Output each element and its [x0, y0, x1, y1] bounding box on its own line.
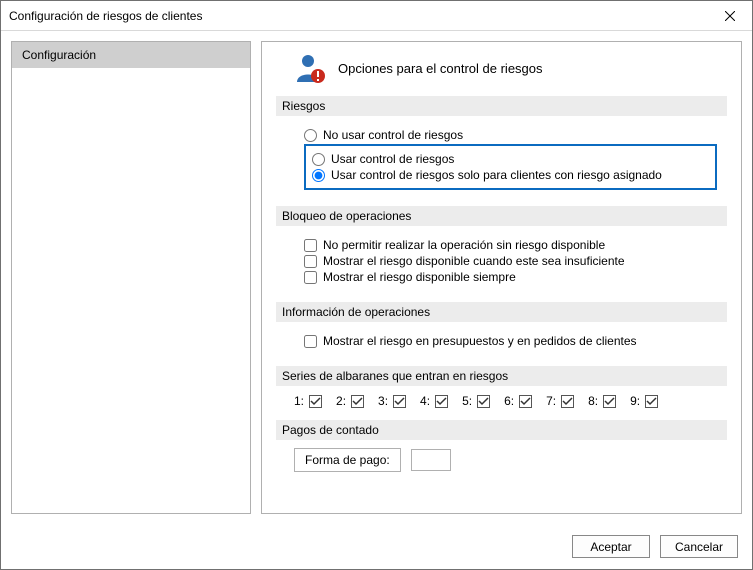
section-series-label: Series de albaranes que entran en riesgo… — [276, 366, 727, 386]
series-5[interactable]: 5: — [462, 394, 490, 408]
series-8[interactable]: 8: — [588, 394, 616, 408]
nav-panel: Configuración — [11, 41, 251, 514]
check-mostrar-insuf-input[interactable] — [304, 255, 317, 268]
forma-pago-label: Forma de pago: — [294, 448, 401, 472]
check-mostrar-insuf-label: Mostrar el riesgo disponible cuando este… — [323, 254, 625, 268]
radio-usar-solo-input[interactable] — [312, 169, 325, 182]
window-title: Configuración de riesgos de clientes — [9, 9, 202, 23]
radio-usar-solo-label: Usar control de riesgos solo para client… — [331, 168, 662, 182]
section-riesgos-label: Riesgos — [276, 96, 727, 116]
pagos-row: Forma de pago: — [276, 448, 727, 472]
check-mostrar-presup[interactable]: Mostrar el riesgo en presupuestos y en p… — [304, 334, 717, 348]
check-mostrar-presup-input[interactable] — [304, 335, 317, 348]
section-info-label: Información de operaciones — [276, 302, 727, 322]
checkbox-checked-icon[interactable] — [645, 395, 658, 408]
section-bloqueo-label: Bloqueo de operaciones — [276, 206, 727, 226]
titlebar: Configuración de riesgos de clientes — [1, 1, 752, 31]
checkbox-checked-icon[interactable] — [603, 395, 616, 408]
close-button[interactable] — [707, 1, 752, 31]
radio-no-usar-input[interactable] — [304, 129, 317, 142]
content-panel: Opciones para el control de riesgos Ries… — [261, 41, 742, 514]
forma-pago-input[interactable] — [411, 449, 451, 471]
checkbox-checked-icon[interactable] — [435, 395, 448, 408]
check-no-permitir[interactable]: No permitir realizar la operación sin ri… — [304, 238, 717, 252]
check-mostrar-siempre-label: Mostrar el riesgo disponible siempre — [323, 270, 516, 284]
dialog-window: Configuración de riesgos de clientes Con… — [0, 0, 753, 570]
ok-button[interactable]: Aceptar — [572, 535, 650, 558]
series-9[interactable]: 9: — [630, 394, 658, 408]
close-icon — [725, 11, 735, 21]
radio-no-usar[interactable]: No usar control de riesgos — [304, 128, 717, 142]
series-1[interactable]: 1: — [294, 394, 322, 408]
section-pagos-label: Pagos de contado — [276, 420, 727, 440]
radio-usar-solo[interactable]: Usar control de riesgos solo para client… — [312, 168, 709, 182]
dialog-body: Configuración Opciones para el control d… — [1, 31, 752, 524]
radio-no-usar-label: No usar control de riesgos — [323, 128, 463, 142]
checkbox-checked-icon[interactable] — [477, 395, 490, 408]
check-no-permitir-input[interactable] — [304, 239, 317, 252]
checkbox-checked-icon[interactable] — [519, 395, 532, 408]
nav-item-configuracion[interactable]: Configuración — [12, 42, 250, 68]
check-no-permitir-label: No permitir realizar la operación sin ri… — [323, 238, 605, 252]
checkbox-checked-icon[interactable] — [309, 395, 322, 408]
check-mostrar-siempre[interactable]: Mostrar el riesgo disponible siempre — [304, 270, 717, 284]
riesgos-highlight: Usar control de riesgos Usar control de … — [304, 144, 717, 190]
series-2[interactable]: 2: — [336, 394, 364, 408]
content-header: Opciones para el control de riesgos — [276, 52, 727, 84]
check-mostrar-presup-label: Mostrar el riesgo en presupuestos y en p… — [323, 334, 637, 348]
checkbox-checked-icon[interactable] — [351, 395, 364, 408]
check-mostrar-siempre-input[interactable] — [304, 271, 317, 284]
checkbox-checked-icon[interactable] — [561, 395, 574, 408]
series-4[interactable]: 4: — [420, 394, 448, 408]
series-6[interactable]: 6: — [504, 394, 532, 408]
series-3[interactable]: 3: — [378, 394, 406, 408]
check-mostrar-insuf[interactable]: Mostrar el riesgo disponible cuando este… — [304, 254, 717, 268]
radio-usar-input[interactable] — [312, 153, 325, 166]
section-info-body: Mostrar el riesgo en presupuestos y en p… — [276, 322, 727, 360]
series-7[interactable]: 7: — [546, 394, 574, 408]
radio-usar[interactable]: Usar control de riesgos — [312, 152, 709, 166]
checkbox-checked-icon[interactable] — [393, 395, 406, 408]
section-bloqueo-body: No permitir realizar la operación sin ri… — [276, 226, 727, 296]
user-risk-icon — [294, 52, 326, 84]
content-header-title: Opciones para el control de riesgos — [338, 61, 543, 76]
cancel-button[interactable]: Cancelar — [660, 535, 738, 558]
section-riesgos-body: No usar control de riesgos Usar control … — [276, 116, 727, 200]
radio-usar-label: Usar control de riesgos — [331, 152, 454, 166]
series-row: 1: 2: 3: 4: 5: 6: 7: 8: 9: — [276, 394, 727, 408]
dialog-footer: Aceptar Cancelar — [1, 524, 752, 569]
